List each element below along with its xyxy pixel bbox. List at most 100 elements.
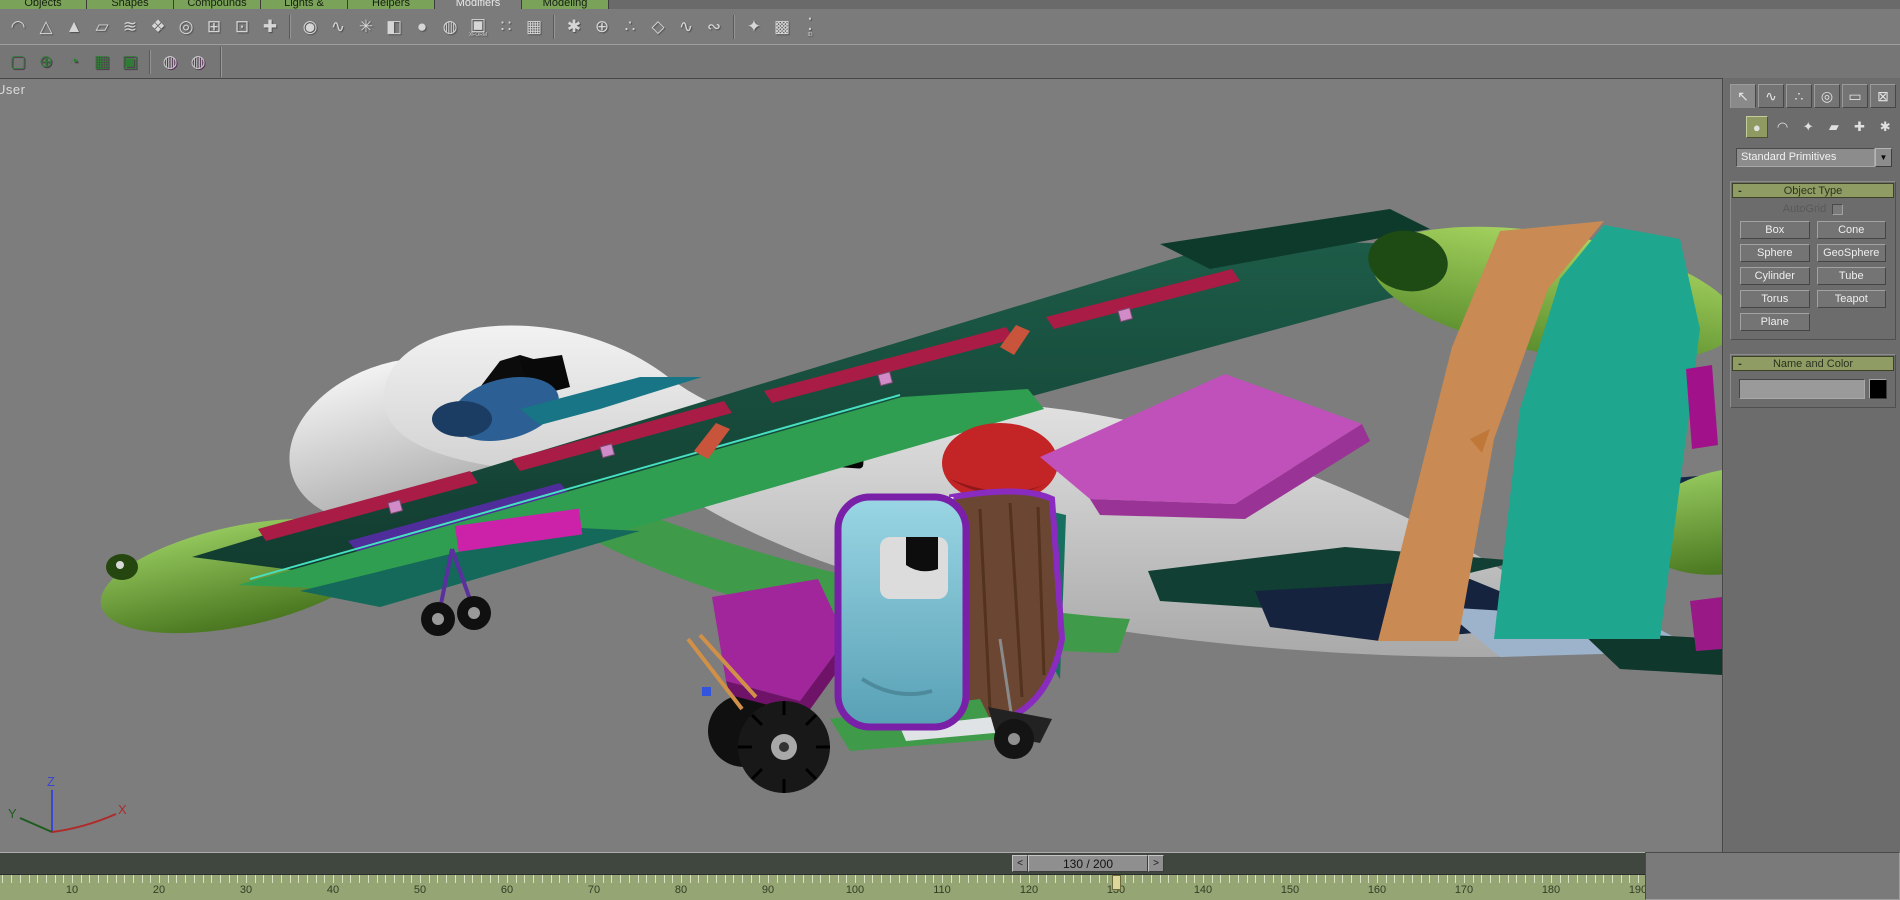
taper-modifier-icon[interactable]: △ [32, 13, 60, 41]
cone-button[interactable]: Cone [1817, 221, 1887, 239]
angle-snap-icon[interactable]: ◔ [60, 48, 88, 76]
ruler-tick [785, 875, 786, 883]
ruler-tick [55, 875, 56, 883]
snap-cube-icon[interactable]: ▢ [4, 48, 32, 76]
spline-select-icon[interactable]: ∾ [700, 13, 728, 41]
collapse-icon[interactable]: - [1733, 358, 1747, 370]
globe-mesh-icon[interactable]: ⊕ [588, 13, 616, 41]
spline-edit-icon[interactable]: ∿ [672, 13, 700, 41]
ruler-tick [464, 875, 465, 883]
ruler-tick [1516, 875, 1517, 883]
next-frame-button[interactable]: > [1148, 855, 1164, 872]
percent-snap-icon[interactable]: ▣ [116, 48, 144, 76]
ruler-tick [690, 875, 691, 883]
ruler-tick [1299, 875, 1300, 883]
sphere-modifier-icon[interactable]: ● [408, 13, 436, 41]
tube-button[interactable]: Tube [1817, 267, 1887, 285]
shelf-tab-shapes[interactable]: Shapes [87, 0, 174, 9]
ruler-tick [72, 875, 73, 883]
cameras-category-icon[interactable]: ▰ [1823, 116, 1845, 138]
track-bar-ruler[interactable]: 1020304050607080901001101201301401501601… [0, 874, 1645, 900]
display-tab-icon[interactable]: ▭ [1842, 84, 1868, 108]
sphere-button[interactable]: Sphere [1740, 244, 1810, 262]
3ds-max-window: ObjectsShapesCompoundsLights & CamerasHe… [0, 0, 1900, 900]
ruler-tick [63, 875, 64, 883]
grid-snap-icon[interactable]: ▦ [88, 48, 116, 76]
torus-button[interactable]: Torus [1740, 290, 1810, 308]
bones-link-icon[interactable]: ∿ [324, 13, 352, 41]
systems-category-icon[interactable]: ✱ [1874, 116, 1896, 138]
box-button[interactable]: Box [1740, 221, 1810, 239]
shapes-category-icon[interactable]: ◠ [1772, 116, 1794, 138]
tube-cut-icon[interactable]: ◍ [436, 13, 464, 41]
collapse-icon[interactable]: - [1733, 185, 1747, 197]
shelf-tab-modifiers[interactable]: Modifiers [435, 0, 522, 9]
ruler-tick [1621, 875, 1622, 883]
status-panel [1645, 852, 1900, 900]
shelf-tab-helpers[interactable]: Helpers [348, 0, 435, 9]
ruler-tick [298, 875, 299, 883]
geosphere-button[interactable]: GeoSphere [1817, 244, 1887, 262]
autogrid-checkbox[interactable] [1832, 204, 1843, 215]
ruler-tick [246, 875, 247, 883]
skew-modifier-icon[interactable]: ▱ [88, 13, 116, 41]
noise-modifier-icon[interactable]: ≋ [116, 13, 144, 41]
shelf-tab-objects[interactable]: Objects [0, 0, 87, 9]
ruler-tick [290, 875, 291, 883]
transform-gizmo-icon[interactable]: ✚ [256, 13, 284, 41]
soft-selection-icon[interactable]: ✱ [560, 13, 588, 41]
pyramid-gizmo-icon[interactable]: ✦ [740, 13, 768, 41]
render-sphere-icon-1[interactable]: ◍ [156, 48, 184, 76]
object-type-rollout-header[interactable]: - Object Type [1732, 183, 1894, 198]
create-tab-icon[interactable]: ↖ [1730, 84, 1756, 108]
ruler-tick [220, 875, 221, 883]
hierarchy-tab-icon[interactable]: ∴ [1786, 84, 1812, 108]
volume-select-icon[interactable]: ✳ [352, 13, 380, 41]
bend-modifier-icon[interactable]: ◠ [4, 13, 32, 41]
spherify-modifier-icon[interactable]: ❖ [144, 13, 172, 41]
teapot-button[interactable]: Teapot [1817, 290, 1887, 308]
ruler-tick [98, 875, 99, 883]
geometry-category-icon[interactable]: ● [1746, 116, 1768, 138]
cylinder-button[interactable]: Cylinder [1740, 267, 1810, 285]
checker-map-icon[interactable]: ▩ [768, 13, 796, 41]
mesh-cage-icon[interactable]: ▦ [520, 13, 548, 41]
shelf-tab-compounds[interactable]: Compounds [174, 0, 261, 9]
diamond-lattice-icon[interactable]: ◇ [644, 13, 672, 41]
scatter-dots-icon[interactable]: ⊞ [200, 13, 228, 41]
render-sphere-icon-2[interactable]: ◍ [184, 48, 212, 76]
lattice-box-icon[interactable]: ⊡ [228, 13, 256, 41]
ruler-tick [1595, 875, 1596, 883]
lights-category-icon[interactable]: ✦ [1797, 116, 1819, 138]
name-color-rollout-header[interactable]: - Name and Color [1732, 356, 1894, 371]
primitive-category-dropdown[interactable]: Standard Primitives [1736, 148, 1875, 167]
xform-modifier-icon[interactable]: ▣XFORM [464, 13, 492, 41]
current-frame-marker[interactable] [1112, 875, 1121, 890]
symmetry-modifier-icon[interactable]: ◧ [380, 13, 408, 41]
snap-target-icon[interactable]: ⊕ [32, 48, 60, 76]
shelf-tab-modeling[interactable]: Modeling [522, 0, 609, 9]
push-modifier-icon[interactable]: ◎ [172, 13, 200, 41]
world-axis-tripod: Z X Y [4, 774, 134, 844]
ruler-tick [751, 875, 752, 883]
plane-button[interactable]: Plane [1740, 313, 1810, 331]
utilities-tab-icon[interactable]: ⊠ [1870, 84, 1896, 108]
object-name-input[interactable] [1739, 379, 1865, 399]
point-cache-icon[interactable]: ∴ [616, 13, 644, 41]
material-id-icon[interactable]: ⁚ID [796, 13, 824, 41]
object-color-swatch[interactable] [1869, 379, 1887, 399]
ruler-frame-label: 100 [835, 884, 875, 896]
shelf-tab-lights-cameras[interactable]: Lights & Cameras [261, 0, 348, 9]
dropdown-arrow-icon[interactable]: ▼ [1875, 148, 1892, 167]
time-slider-button[interactable]: 130 / 200 [1028, 855, 1148, 872]
twist-modifier-icon[interactable]: ▲ [60, 13, 88, 41]
viewport-user[interactable]: User Z X Y [0, 78, 1723, 852]
time-slider-track[interactable]: < 130 / 200 > [0, 852, 1645, 874]
ruler-frame-label: 90 [748, 884, 788, 896]
motion-tab-icon[interactable]: ◎ [1814, 84, 1840, 108]
ffd-lattice-icon[interactable]: ∷ [492, 13, 520, 41]
previous-frame-button[interactable]: < [1012, 855, 1028, 872]
modify-tab-icon[interactable]: ∿ [1758, 84, 1784, 108]
helpers-category-icon[interactable]: ✚ [1849, 116, 1871, 138]
wave-modifier-icon[interactable]: ◉ [296, 13, 324, 41]
